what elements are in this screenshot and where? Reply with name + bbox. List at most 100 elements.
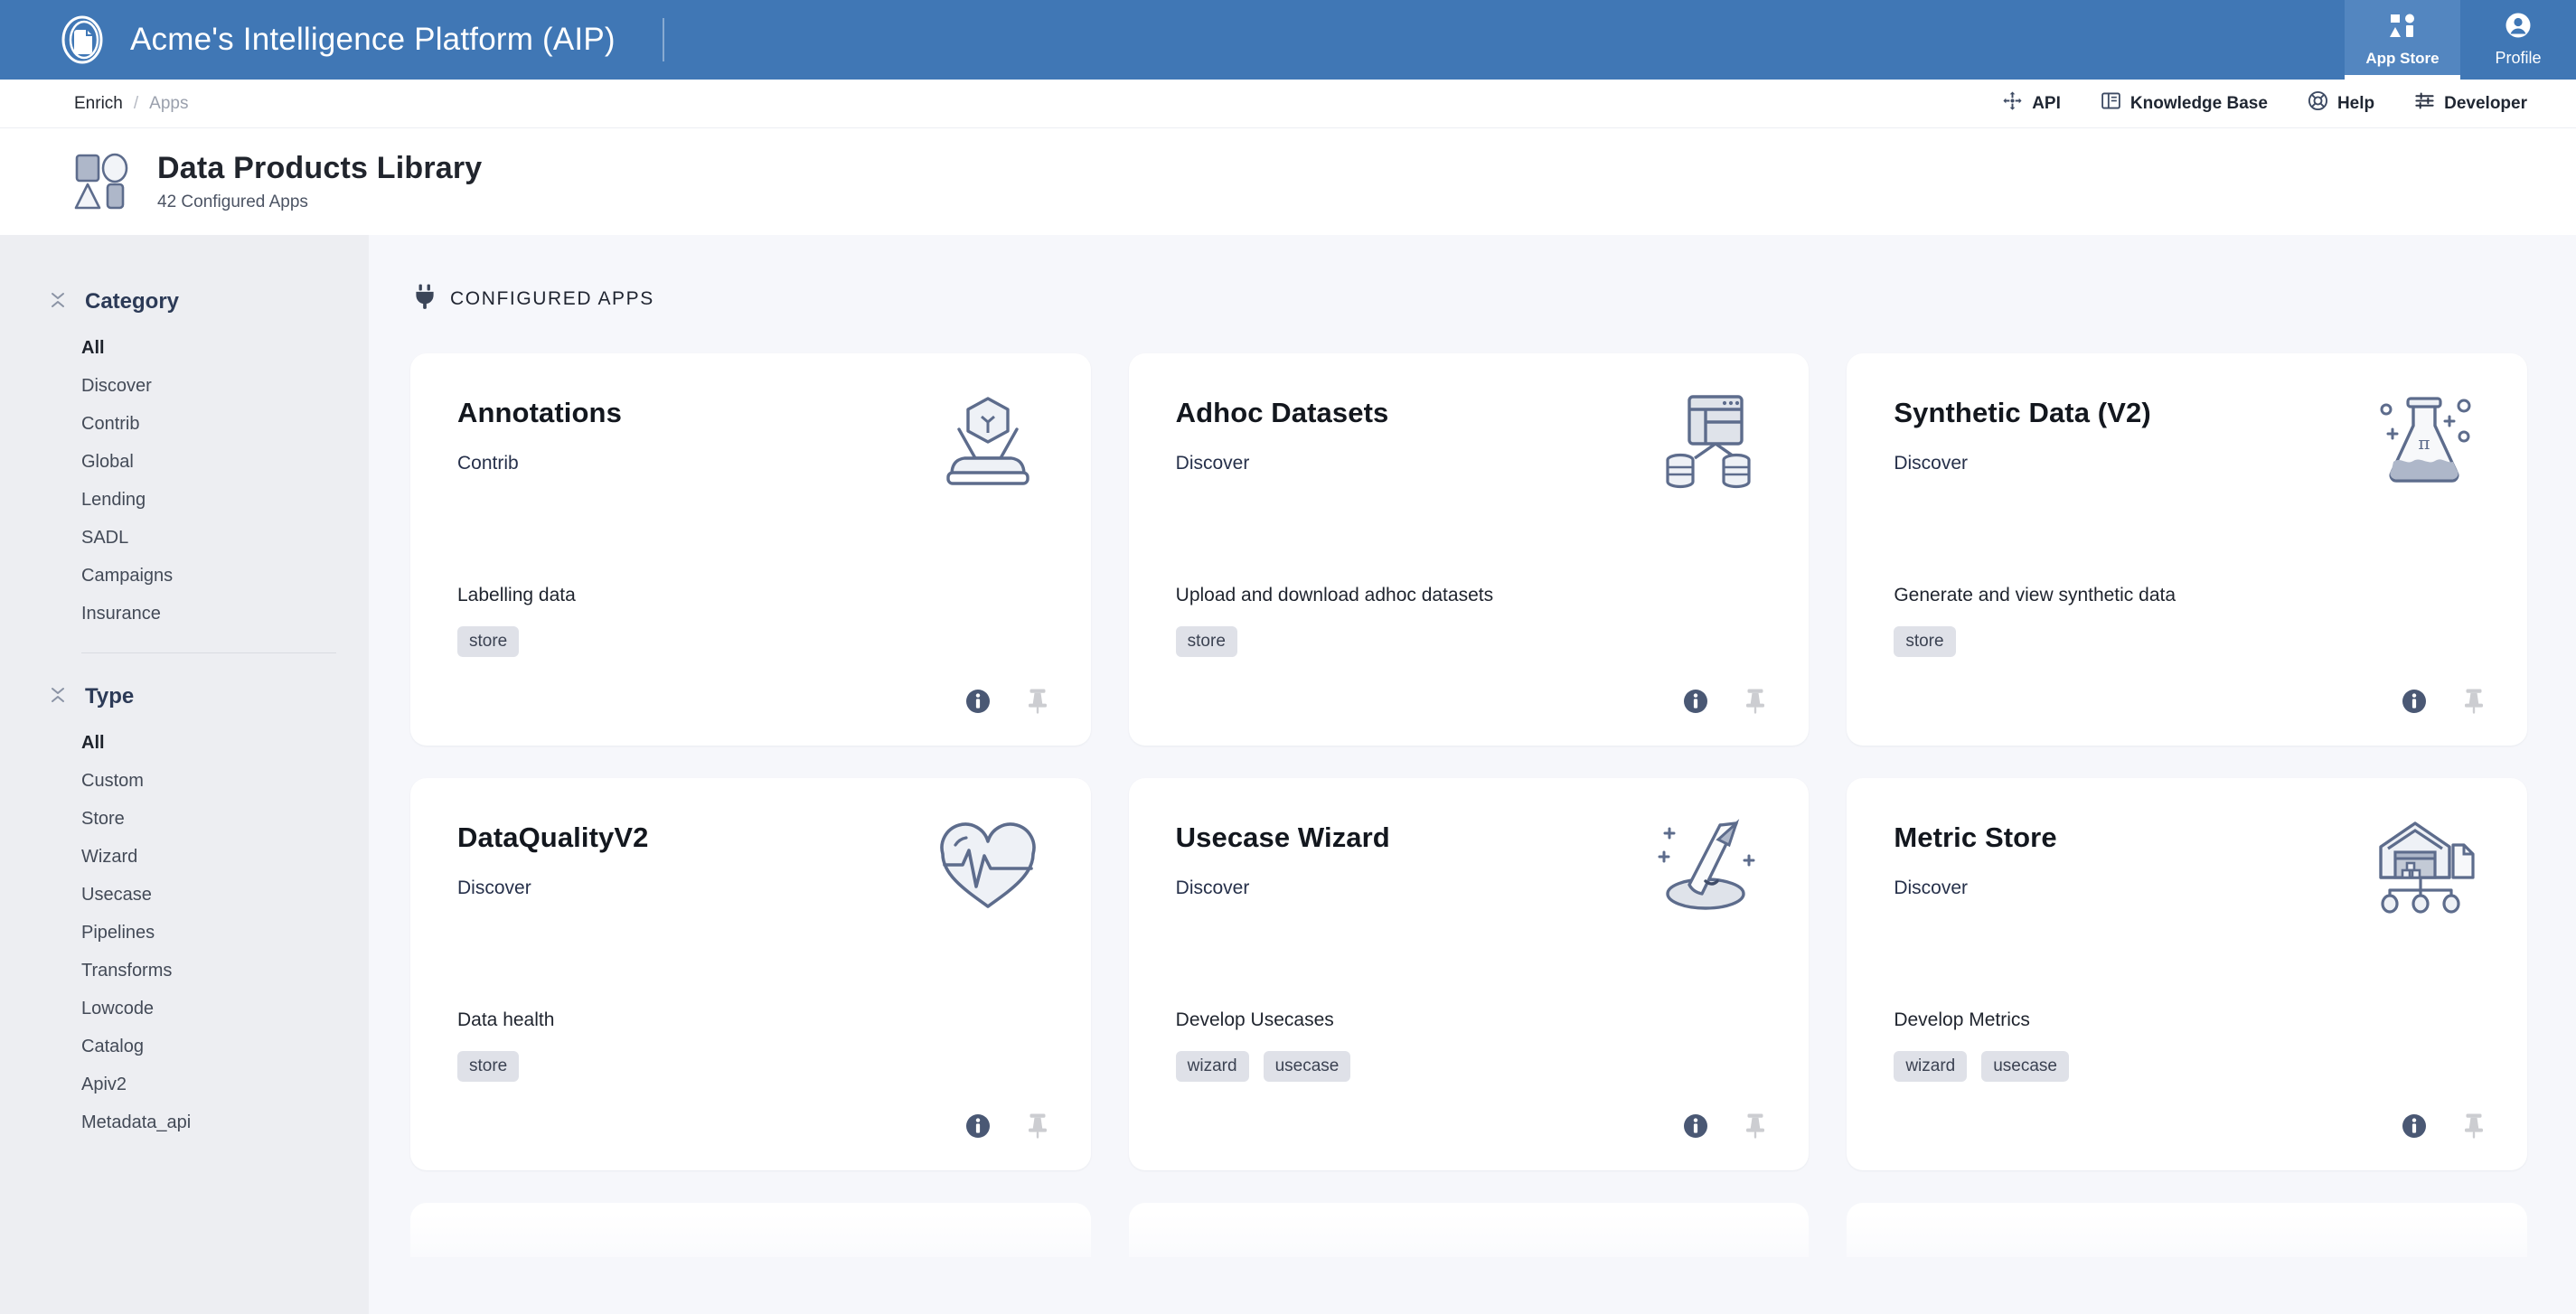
- filter-group-type-list: All Custom Store Wizard Usecase Pipeline…: [49, 724, 369, 1141]
- subnav-item-knowledge-base[interactable]: Knowledge Base: [2101, 90, 2268, 117]
- brand[interactable]: Acme's Intelligence Platform (AIP): [0, 0, 2345, 80]
- app-card-tags: wizard usecase: [1894, 1051, 2486, 1082]
- app-card-tag[interactable]: store: [457, 626, 520, 657]
- app-card-tag[interactable]: usecase: [1263, 1051, 1351, 1082]
- app-card[interactable]: Metric Store Discover Develop Metrics wi…: [1847, 778, 2527, 1170]
- pin-icon[interactable]: [1744, 1112, 1767, 1140]
- filter-item-custom[interactable]: Custom: [81, 762, 369, 800]
- pin-icon[interactable]: [1026, 1112, 1049, 1140]
- app-card-tag[interactable]: wizard: [1894, 1051, 1968, 1082]
- breadcrumb-parent[interactable]: Enrich: [74, 94, 123, 114]
- info-icon[interactable]: [2401, 688, 2428, 715]
- app-card-tag[interactable]: usecase: [1981, 1051, 2070, 1082]
- app-card-tags: store: [1175, 626, 1768, 657]
- app-card-category: Discover: [1175, 453, 1250, 474]
- filter-item-wizard[interactable]: Wizard: [81, 838, 369, 876]
- app-card[interactable]: DataQualityV2 Discover Data health store: [410, 778, 1091, 1170]
- filter-item-store[interactable]: Store: [81, 800, 369, 838]
- filter-item-global[interactable]: Global: [81, 443, 369, 481]
- app-card-title: Adhoc Datasets: [1175, 397, 1389, 428]
- app-card-head: DataQualityV2 Discover: [457, 818, 649, 899]
- app-card-tag[interactable]: wizard: [1175, 1051, 1249, 1082]
- filter-item-pipelines[interactable]: Pipelines: [81, 914, 369, 952]
- subnav-item-developer[interactable]: Developer: [2414, 90, 2527, 117]
- subnav-item-api-label: API: [2032, 93, 2061, 113]
- filter-item-usecase[interactable]: Usecase: [81, 876, 369, 914]
- info-icon[interactable]: [1682, 1112, 1709, 1140]
- filter-item-all[interactable]: All: [81, 329, 369, 367]
- filter-item-sadl[interactable]: SADL: [81, 519, 369, 557]
- filter-item-contrib[interactable]: Contrib: [81, 405, 369, 443]
- app-card-description: Upload and download adhoc datasets: [1175, 585, 1494, 605]
- filter-group-category-list: All Discover Contrib Global Lending SADL…: [49, 329, 369, 633]
- pin-icon[interactable]: [2462, 688, 2486, 715]
- filter-item-lowcode[interactable]: Lowcode: [81, 990, 369, 1028]
- book-icon: [2101, 90, 2121, 117]
- filter-group-type-title: Type: [85, 684, 135, 709]
- app-card-head: Usecase Wizard Discover: [1176, 818, 1390, 899]
- info-icon[interactable]: [964, 688, 992, 715]
- svg-text:π: π: [2418, 432, 2430, 454]
- app-card-description: Data health: [457, 1009, 555, 1030]
- app-card-category: Discover: [1894, 453, 1969, 474]
- tab-app-store-label: App Store: [2365, 49, 2440, 67]
- app-card-tag[interactable]: store: [1175, 626, 1237, 657]
- app-card-top: Usecase Wizard Discover: [1176, 818, 1768, 917]
- app-card-tag[interactable]: store: [1894, 626, 1956, 657]
- apps-main: CONFIGURED APPS Annotations Contrib Labe…: [369, 235, 2576, 1314]
- subnav-item-help[interactable]: Help: [2308, 90, 2374, 117]
- breadcrumb: Enrich / Apps: [74, 94, 188, 114]
- app-card-description: Develop Metrics: [1894, 1009, 2030, 1030]
- app-card-description: Generate and view synthetic data: [1894, 585, 2176, 605]
- plug-icon: [414, 284, 436, 314]
- collapse-chevrons-icon[interactable]: [49, 290, 67, 314]
- app-card-tags: store: [457, 1051, 1049, 1082]
- filter-item-lending[interactable]: Lending: [81, 481, 369, 519]
- filter-item-type-all[interactable]: All: [81, 724, 369, 762]
- pin-icon[interactable]: [1744, 688, 1767, 715]
- collapse-chevrons-icon[interactable]: [49, 685, 67, 709]
- app-card-actions: [1894, 688, 2486, 715]
- aip-logo-icon: [56, 14, 108, 66]
- sliders-icon: [2414, 90, 2435, 117]
- app-card-head: Adhoc Datasets Discover: [1176, 393, 1389, 474]
- app-card-partial[interactable]: [1128, 1203, 1810, 1257]
- configured-apps-section-title: CONFIGURED APPS: [450, 287, 654, 309]
- info-icon[interactable]: [2401, 1112, 2428, 1140]
- filter-item-apiv2[interactable]: Apiv2: [81, 1065, 369, 1103]
- app-card-partial[interactable]: [1847, 1203, 2527, 1257]
- lifebuoy-icon: [2308, 90, 2328, 117]
- app-card-tags: store: [1894, 626, 2486, 657]
- info-icon[interactable]: [964, 1112, 992, 1140]
- profile-avatar-icon: [2505, 12, 2532, 43]
- filter-item-catalog[interactable]: Catalog: [81, 1028, 369, 1065]
- filter-group-category-header[interactable]: Category: [49, 289, 369, 314]
- filter-item-insurance[interactable]: Insurance: [81, 595, 369, 633]
- filter-item-discover[interactable]: Discover: [81, 367, 369, 405]
- breadcrumb-current: Apps: [149, 93, 189, 113]
- app-card[interactable]: Usecase Wizard Discover Develop Usecases…: [1128, 778, 1810, 1170]
- filter-item-metadata-api[interactable]: Metadata_api: [81, 1103, 369, 1141]
- page-header-left: Data Products Library 42 Configured Apps: [74, 151, 482, 212]
- filter-item-campaigns[interactable]: Campaigns: [81, 557, 369, 595]
- brand-title: Acme's Intelligence Platform (AIP): [130, 22, 616, 57]
- app-card-tag[interactable]: store: [457, 1051, 520, 1082]
- app-card-partial[interactable]: [410, 1203, 1091, 1257]
- app-card[interactable]: Adhoc Datasets Discover Upload and downl…: [1128, 353, 1810, 746]
- app-card-head: Synthetic Data (V2) Discover: [1894, 393, 2150, 474]
- page-body: Category All Discover Contrib Global Len…: [0, 235, 2576, 1314]
- tab-app-store[interactable]: App Store: [2345, 0, 2460, 80]
- api-move-icon: [2002, 90, 2023, 117]
- subnav-item-api[interactable]: API: [2002, 90, 2061, 117]
- tab-profile[interactable]: Profile: [2460, 0, 2576, 80]
- filter-group-type-header[interactable]: Type: [49, 684, 369, 709]
- flask-icon: π: [2368, 393, 2480, 493]
- pin-icon[interactable]: [1026, 688, 1049, 715]
- app-card[interactable]: Synthetic Data (V2) Discover π Generate …: [1847, 353, 2527, 746]
- app-card[interactable]: Annotations Contrib Labelling data store: [410, 353, 1091, 746]
- page-header-text: Data Products Library 42 Configured Apps: [157, 151, 482, 212]
- info-icon[interactable]: [1682, 688, 1709, 715]
- pin-icon[interactable]: [2462, 1112, 2486, 1140]
- page-subtitle: 42 Configured Apps: [157, 192, 308, 211]
- filter-item-transforms[interactable]: Transforms: [81, 952, 369, 990]
